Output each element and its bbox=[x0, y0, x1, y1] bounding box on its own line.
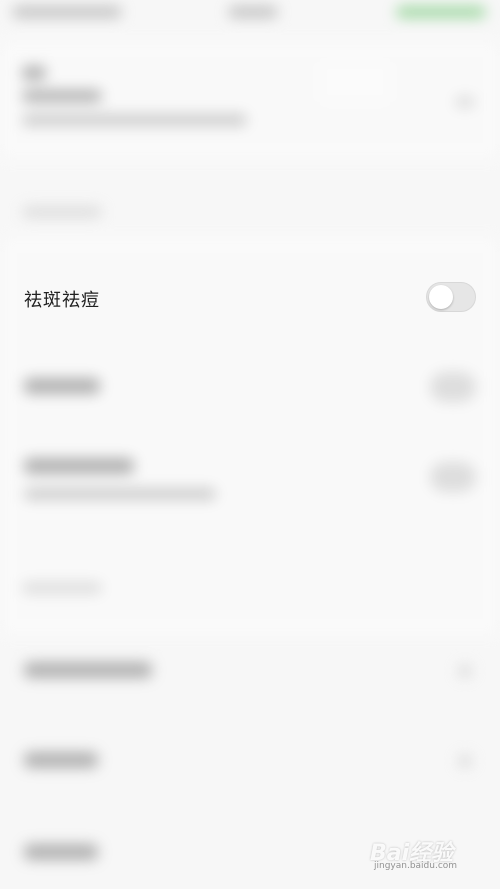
setting-row-freckle-acne[interactable]: 祛斑祛痘 bbox=[0, 262, 500, 334]
blurred-thumbnail bbox=[320, 62, 390, 102]
toggle-knob bbox=[429, 285, 453, 309]
blurred-text bbox=[24, 752, 98, 768]
blurred-text bbox=[24, 378, 100, 394]
blurred-section-header bbox=[22, 582, 102, 594]
status-bar-left bbox=[12, 6, 122, 18]
blurred-text bbox=[22, 90, 102, 102]
blurred-text bbox=[22, 114, 247, 126]
status-bar-battery bbox=[396, 6, 486, 18]
blurred-arrow bbox=[455, 96, 475, 108]
settings-screen: 祛斑祛痘 Bai经验 jingyan.baidu.com bbox=[0, 0, 500, 889]
watermark-url: jingyan.baidu.com bbox=[374, 861, 458, 871]
setting-label: 祛斑祛痘 bbox=[24, 290, 100, 311]
status-bar bbox=[0, 0, 500, 28]
blurred-text bbox=[24, 488, 216, 500]
blurred-toggle bbox=[430, 462, 476, 492]
freckle-acne-toggle[interactable] bbox=[426, 282, 476, 312]
blurred-text bbox=[24, 458, 134, 474]
status-bar-time bbox=[228, 6, 278, 18]
blurred-text bbox=[24, 662, 152, 678]
blurred-background bbox=[0, 0, 500, 889]
blurred-toggle bbox=[430, 372, 476, 402]
blurred-section-header bbox=[22, 206, 102, 218]
blurred-arrow bbox=[458, 664, 472, 678]
blurred-text bbox=[22, 66, 46, 80]
baidu-jingyan-watermark: Bai经验 jingyan.baidu.com bbox=[370, 831, 478, 875]
blurred-text bbox=[24, 844, 98, 860]
blurred-arrow bbox=[458, 754, 472, 768]
